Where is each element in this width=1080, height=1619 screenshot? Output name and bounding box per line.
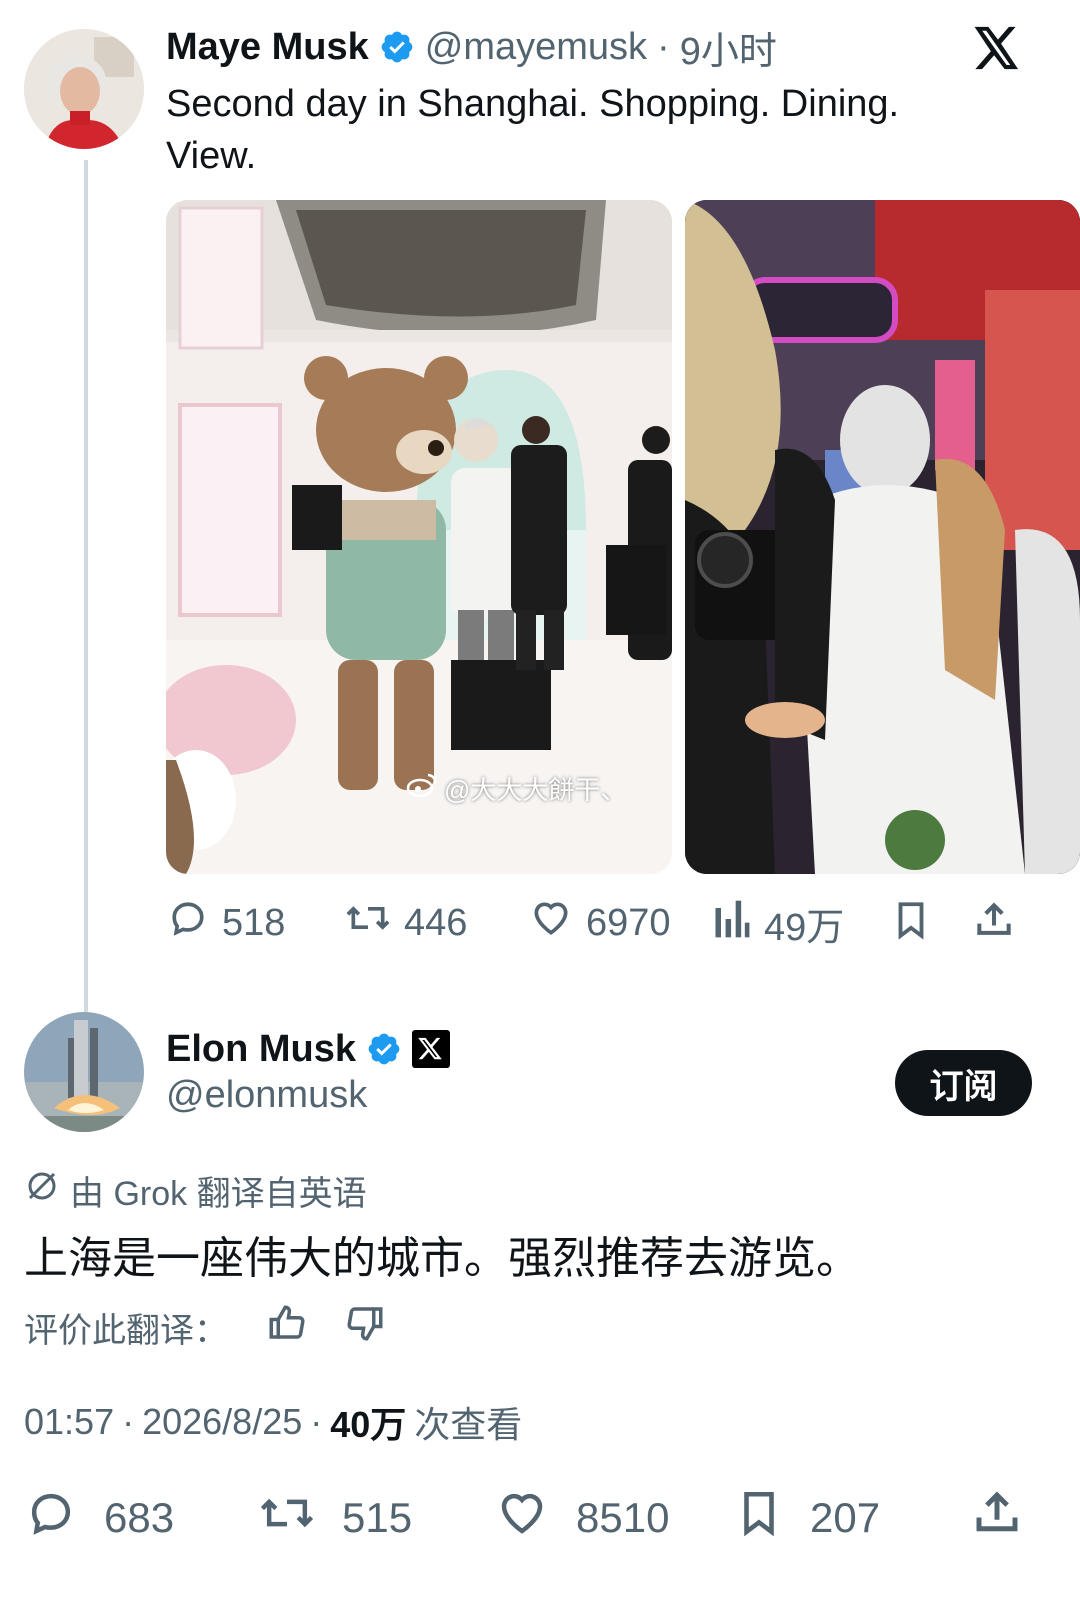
tweet-time[interactable]: 01:57 (24, 1401, 114, 1443)
meta-separator: · (122, 1401, 135, 1442)
thumbs-down-icon[interactable] (344, 1302, 386, 1353)
author-handle[interactable]: @elonmusk (166, 1074, 367, 1117)
rate-translation: 评价此翻译： (24, 1302, 386, 1353)
tweet-text-line: View. (166, 135, 257, 177)
tweet-text: 上海是一座伟大的城市。强烈推荐去游览。 (24, 1234, 860, 1283)
translation-note-text[interactable]: 由 Grok 翻译自英语 (70, 1166, 367, 1215)
subscribe-button[interactable]: 订阅 (895, 1050, 1032, 1116)
bookmark-icon (734, 1486, 784, 1550)
photo-watermark-text: @大大大餅干、 (444, 775, 627, 805)
photo-watermark: @大大大餅干、 (406, 770, 626, 807)
like-icon (494, 1486, 550, 1550)
meta-separator: · (310, 1401, 323, 1442)
tweet-time-ago[interactable]: 9小时 (680, 20, 777, 75)
x-affiliation-badge-icon[interactable] (412, 1030, 451, 1068)
author-handle[interactable]: @mayemusk (425, 26, 647, 69)
avatar-elon-musk[interactable] (24, 1012, 144, 1132)
repost-count: 515 (342, 1494, 413, 1541)
bookmark-icon[interactable] (890, 898, 932, 947)
share-icon[interactable] (970, 1486, 1024, 1545)
thread-connector-line (84, 160, 88, 1033)
like-button[interactable]: 8510 (494, 1486, 669, 1550)
views-count: 49万 (764, 907, 845, 949)
x-logo-icon[interactable] (974, 26, 1020, 75)
repost-button[interactable]: 515 (258, 1486, 412, 1550)
tweet-photo-2[interactable] (685, 200, 1080, 874)
tweet-text-line: Second day in Shanghai. Shopping. Dining… (166, 83, 900, 125)
like-count: 8510 (576, 1494, 670, 1541)
like-button[interactable]: 6970 (528, 896, 671, 950)
reply-button[interactable]: 683 (24, 1486, 174, 1550)
repost-button[interactable]: 446 (344, 896, 467, 950)
views-button[interactable]: 49万 (712, 896, 844, 951)
reply-icon (166, 896, 210, 950)
verified-badge-icon[interactable] (379, 29, 415, 65)
share-icon[interactable] (972, 898, 1016, 947)
thumbs-up-icon[interactable] (266, 1302, 308, 1353)
tweet-header: Maye Musk @mayemusk · 9小时 (166, 20, 777, 75)
avatar-maye-musk[interactable] (24, 29, 144, 149)
tweet-photo-1[interactable]: @大大大餅干、 (166, 200, 672, 874)
views-label: 次查看 (414, 1404, 523, 1445)
reply-icon (24, 1486, 78, 1550)
repost-icon (344, 896, 392, 950)
repost-icon (258, 1486, 316, 1550)
tweet-date[interactable]: 2026/8/25 (142, 1401, 302, 1443)
rate-translation-label: 评价此翻译： (24, 1312, 228, 1350)
bookmark-count: 207 (810, 1494, 881, 1541)
bookmark-button[interactable]: 207 (734, 1486, 880, 1550)
tweet-text: Second day in Shanghai. Shopping. Dining… (166, 78, 899, 182)
views-icon (712, 897, 752, 951)
repost-count: 446 (404, 901, 468, 944)
tweet-meta: 01:57 · 2026/8/25 · 40万 次查看 (24, 1396, 522, 1448)
author-name[interactable]: Elon Musk (166, 1028, 356, 1071)
reply-count: 518 (222, 901, 286, 944)
tweet-header: Elon Musk (166, 1024, 451, 1074)
translation-note: 由 Grok 翻译自英语 (24, 1166, 367, 1215)
reply-count: 683 (104, 1494, 175, 1541)
like-icon (528, 896, 574, 950)
header-separator: · (657, 25, 670, 68)
grok-icon (24, 1168, 60, 1213)
views-count: 40万 (330, 1404, 407, 1445)
author-name[interactable]: Maye Musk (166, 26, 369, 69)
weibo-icon (406, 772, 438, 805)
like-count: 6970 (586, 901, 671, 944)
reply-button[interactable]: 518 (166, 896, 285, 950)
verified-badge-icon[interactable] (366, 1031, 402, 1067)
